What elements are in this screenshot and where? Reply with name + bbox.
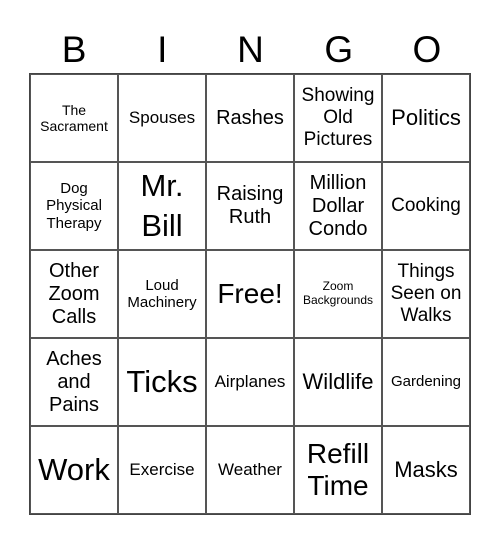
cell-text: Cooking (391, 195, 461, 217)
bingo-cell[interactable]: Wildlife (294, 338, 382, 426)
bingo-cell[interactable]: Spouses (118, 74, 206, 162)
bingo-cell[interactable]: Gardening (382, 338, 470, 426)
bingo-cell[interactable]: Things Seen on Walks (382, 250, 470, 338)
cell-text: Refill Time (306, 437, 370, 501)
cell-text: Gardening (390, 373, 462, 391)
header-letter-n: N (237, 29, 264, 70)
cell-text: Raising Ruth (216, 183, 284, 228)
bingo-cell[interactable]: Refill Time (294, 426, 382, 514)
bingo-cell[interactable]: Rashes (206, 74, 294, 162)
cell-text: Million Dollar Condo (308, 171, 368, 240)
bingo-cell[interactable]: Ticks (118, 338, 206, 426)
bingo-cell[interactable]: Free! (206, 250, 294, 338)
bingo-cell[interactable]: Million Dollar Condo (294, 162, 382, 250)
cell-text: Aches and Pains (46, 347, 102, 416)
bingo-cell[interactable]: Raising Ruth (206, 162, 294, 250)
bingo-cell[interactable]: Politics (382, 74, 470, 162)
cell-text: Exercise (129, 460, 195, 480)
header-letter-g: G (324, 29, 354, 70)
bingo-cell[interactable]: The Sacrament (30, 74, 118, 162)
cell-text: Masks (394, 457, 458, 483)
cell-text: Weather (218, 460, 282, 480)
cell-text: Showing Old Pictures (301, 85, 375, 150)
bingo-cell[interactable]: Airplanes (206, 338, 294, 426)
bingo-cell[interactable]: Mr. Bill (118, 162, 206, 250)
cell-text: Loud Machinery (127, 276, 197, 311)
cell-text: Ticks (126, 363, 198, 399)
bingo-header: B I N G O (30, 26, 471, 74)
bingo-cell[interactable]: Other Zoom Calls (30, 250, 118, 338)
bingo-cell[interactable]: Exercise (118, 426, 206, 514)
cell-text: The Sacrament (40, 101, 108, 134)
cell-text: Work (38, 451, 110, 487)
cell-text: Mr. Bill (140, 167, 184, 243)
cell-text: Other Zoom Calls (48, 259, 100, 328)
header-letter-i: I (157, 29, 168, 70)
cell-text: Zoom Backgrounds (302, 279, 374, 307)
cell-text: Politics (391, 105, 461, 131)
cell-text: Wildlife (302, 369, 374, 395)
cell-text: Dog Physical Therapy (46, 180, 102, 232)
cell-text: Spouses (128, 108, 196, 128)
header-letter-o: O (412, 29, 442, 70)
bingo-cell[interactable]: Masks (382, 426, 470, 514)
free-space: Free! (217, 277, 283, 309)
header-letter-b: B (61, 29, 87, 70)
bingo-cell[interactable]: Showing Old Pictures (294, 74, 382, 162)
bingo-cell[interactable]: Aches and Pains (30, 338, 118, 426)
bingo-cell[interactable]: Cooking (382, 162, 470, 250)
bingo-cell[interactable]: Dog Physical Therapy (30, 162, 118, 250)
bingo-card: The Sacrament Spouses Rashes Showing Old… (29, 73, 471, 515)
cell-text: Things Seen on Walks (390, 261, 462, 326)
bingo-cell[interactable]: Loud Machinery (118, 250, 206, 338)
cell-text: Rashes (216, 106, 284, 129)
bingo-cell[interactable]: Weather (206, 426, 294, 514)
bingo-cell[interactable]: Work (30, 426, 118, 514)
bingo-cell[interactable]: Zoom Backgrounds (294, 250, 382, 338)
cell-text: Airplanes (214, 372, 286, 392)
